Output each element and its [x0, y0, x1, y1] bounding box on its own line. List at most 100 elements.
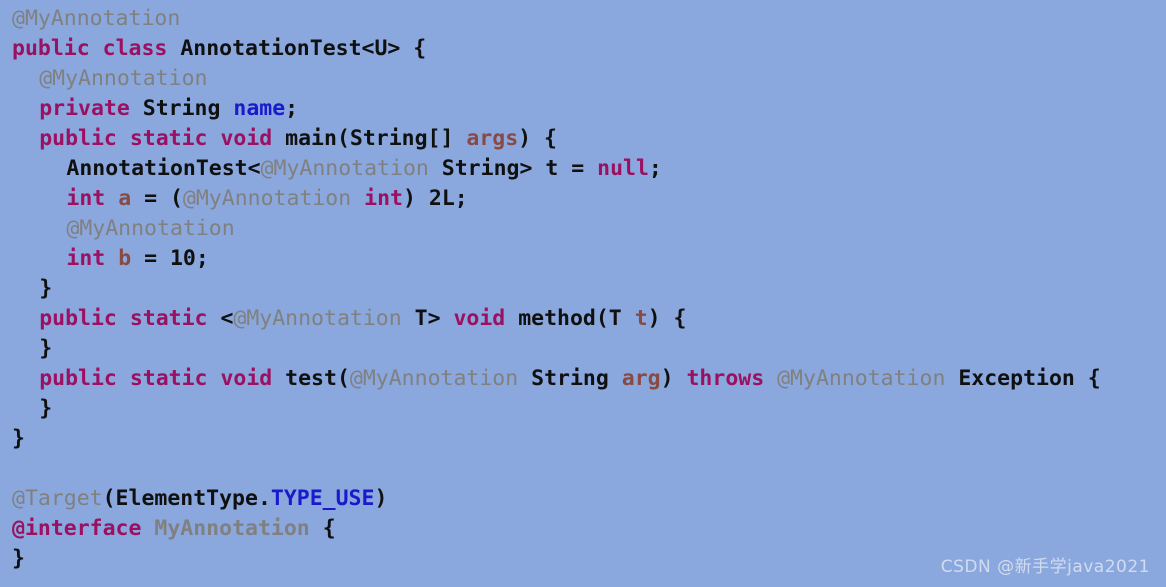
code-token-plain: ;	[454, 186, 468, 211]
code-token-plain: <	[220, 306, 234, 331]
code-token-plain: =	[131, 246, 170, 271]
code-token-plain: ;	[195, 246, 209, 271]
code-token-ann: @MyAnnotation	[260, 156, 429, 181]
code-token-plain: main(String[]	[285, 126, 467, 151]
code-token-param: b	[118, 246, 132, 271]
code-token-kw: public	[39, 126, 117, 151]
code-token-kw: static	[129, 366, 208, 391]
code-line: @MyAnnotation	[12, 64, 1166, 94]
code-token-plain: (ElementType.	[102, 486, 271, 511]
code-line: @interface MyAnnotation {	[12, 514, 1166, 544]
code-token-num: 2L	[428, 186, 455, 211]
code-token-plain: }	[39, 276, 53, 301]
code-token-param: arg	[621, 366, 661, 391]
code-token-plain: }	[39, 396, 53, 421]
code-line: }	[12, 424, 1166, 454]
code-token-ann: @Target	[12, 486, 103, 511]
code-line: int a = (@MyAnnotation int) 2L;	[12, 184, 1166, 214]
code-token-kw: public	[12, 36, 90, 61]
code-line: @Target(ElementType.TYPE_USE)	[12, 484, 1166, 514]
code-token-num: 10	[169, 246, 196, 271]
code-token-ann: @MyAnnotation	[12, 6, 181, 31]
code-token-kw: int	[66, 246, 106, 271]
code-token-ann: @MyAnnotation	[777, 366, 946, 391]
code-line: }	[12, 334, 1166, 364]
code-line: AnnotationTest<@MyAnnotation String> t =…	[12, 154, 1166, 184]
code-line: @MyAnnotation	[12, 4, 1166, 34]
code-line: int b = 10;	[12, 244, 1166, 274]
code-token-plain: AnnotationTest<	[66, 156, 261, 181]
code-token-plain: }	[39, 336, 53, 361]
code-line: @MyAnnotation	[12, 214, 1166, 244]
code-line: public static <@MyAnnotation T> void met…	[12, 304, 1166, 334]
code-line: public static void test(@MyAnnotation St…	[12, 364, 1166, 394]
code-token-kw: @interface	[12, 516, 142, 541]
code-line: }	[12, 274, 1166, 304]
code-token-annname: MyAnnotation	[154, 516, 310, 541]
code-token-kw: static	[129, 306, 208, 331]
code-token-ann: @MyAnnotation	[182, 186, 352, 211]
code-line: }	[12, 394, 1166, 424]
code-token-plain: Exception {	[958, 366, 1101, 391]
code-token-plain: ;	[648, 156, 662, 181]
code-token-param: t	[634, 306, 648, 331]
code-block: @MyAnnotation public class AnnotationTest…	[12, 4, 1166, 574]
csdn-watermark: CSDN @新手学java2021	[940, 557, 1150, 577]
code-token-param: a	[118, 186, 132, 211]
code-token-plain: test(	[285, 366, 350, 391]
code-token-param: args	[466, 126, 519, 151]
code-line: private String name;	[12, 94, 1166, 124]
code-token-kw: void	[220, 366, 273, 391]
code-token-ann: @MyAnnotation	[349, 366, 519, 391]
code-token-field: name	[233, 96, 286, 121]
code-token-plain: }	[12, 426, 25, 451]
code-token-plain: )	[374, 486, 388, 511]
code-token-plain: ) {	[647, 306, 687, 331]
code-line: public static void main(String[] args) {	[12, 124, 1166, 154]
code-token-kw: static	[129, 126, 208, 151]
code-token-kw: public	[39, 306, 117, 331]
code-token-ann: @MyAnnotation	[39, 66, 208, 91]
code-screenshot: @MyAnnotation public class AnnotationTest…	[0, 0, 1166, 587]
code-token-plain: )	[403, 186, 429, 211]
code-token-kw: null	[597, 156, 649, 181]
code-token-plain: }	[12, 546, 25, 571]
code-token-plain: {	[322, 516, 336, 541]
code-token-kw: int	[364, 186, 403, 211]
code-token-const: TYPE_USE	[270, 486, 375, 511]
code-token-plain: = (	[131, 186, 183, 211]
code-token-plain: String	[142, 96, 221, 121]
code-token-kw: void	[453, 306, 506, 331]
code-token-plain: String> t =	[441, 156, 598, 181]
code-token-ann: @MyAnnotation	[66, 216, 235, 241]
code-token-kw: throws	[686, 366, 765, 391]
code-token-plain: String	[531, 366, 622, 391]
code-token-plain: AnnotationTest<U> {	[180, 36, 427, 61]
code-token-kw: public	[39, 366, 117, 391]
code-token-ann: @MyAnnotation	[233, 306, 402, 331]
code-token-plain: T>	[414, 306, 454, 331]
code-token-plain: ;	[285, 96, 299, 121]
